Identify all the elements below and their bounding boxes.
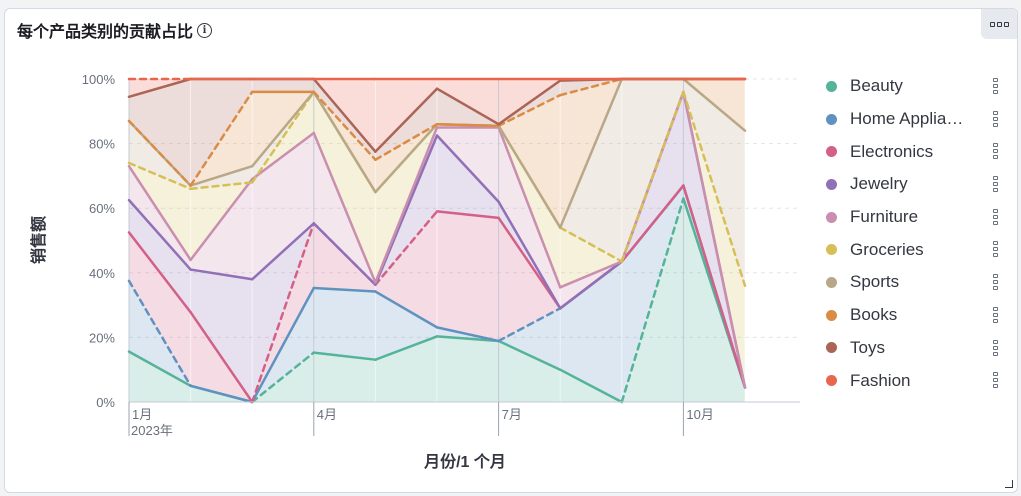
legend-label: Home Appliances: [850, 109, 968, 129]
y-tick-label: 60%: [89, 201, 115, 216]
legend-item-menu-icon[interactable]: [993, 78, 999, 94]
legend-item-sports[interactable]: Sports: [822, 266, 1002, 299]
legend-color-dot: [826, 276, 837, 288]
legend-item-home-appliances[interactable]: Home Appliances: [822, 103, 1002, 136]
x-axis-label: 月份/1 个月: [423, 452, 506, 471]
legend-item-electronics[interactable]: Electronics: [822, 135, 1002, 168]
legend-color-dot: [826, 146, 837, 158]
legend-item-menu-icon[interactable]: [993, 176, 999, 193]
legend-label: Books: [850, 305, 898, 325]
y-axis-label: 销售额: [29, 216, 48, 264]
legend-color-dot: [826, 375, 837, 387]
legend-item-jewelry[interactable]: Jewelry: [822, 168, 1002, 201]
x-tick-label: 1月: [132, 407, 152, 422]
legend-item-menu-icon[interactable]: [993, 372, 999, 389]
legend-item-menu-icon[interactable]: [993, 339, 999, 356]
chart-axes: 1月2023年 4月 7月 10月: [128, 401, 800, 438]
legend-color-dot: [826, 113, 837, 125]
legend-item-menu-icon[interactable]: [993, 208, 999, 225]
x-tick-label: 4月: [317, 407, 337, 422]
series-segment: [435, 122, 500, 128]
legend-label: Furniture: [850, 207, 919, 227]
legend-item-menu-icon[interactable]: [993, 143, 999, 160]
legend-item-menu-icon[interactable]: [993, 241, 999, 258]
legend-item-groceries[interactable]: Groceries: [822, 233, 1002, 266]
legend-color-dot: [826, 80, 837, 92]
legend-item-menu-icon[interactable]: [993, 274, 999, 291]
legend-item-menu-icon[interactable]: [993, 110, 999, 127]
legend-label: Fashion: [850, 370, 911, 390]
legend-label: Groceries: [850, 239, 924, 259]
legend-color-dot: [826, 178, 837, 190]
y-tick-label: 100%: [82, 72, 116, 87]
legend-item-books[interactable]: Books: [822, 299, 1002, 332]
legend-label: Sports: [850, 272, 900, 292]
legend-color-dot: [826, 342, 837, 354]
legend-label: Beauty: [850, 76, 903, 96]
y-tick-label: 0%: [96, 395, 115, 410]
y-tick-label: 20%: [89, 330, 115, 345]
chart-legend: Beauty Home Appliances Electronics Jewelry F…: [822, 70, 1002, 397]
y-tick-label: 80%: [89, 137, 115, 152]
legend-item-furniture[interactable]: Furniture: [822, 201, 1002, 234]
legend-item-menu-icon[interactable]: [993, 306, 999, 323]
legend-color-dot: [826, 309, 837, 321]
x-tick-sublabel: 2023年: [131, 423, 173, 438]
legend-item-toys[interactable]: Toys: [822, 332, 1002, 365]
legend-label: Toys: [850, 337, 885, 357]
x-tick-label: 10月: [686, 407, 713, 422]
legend-label: Electronics: [850, 141, 934, 161]
legend-item-fashion[interactable]: Fashion: [822, 364, 1002, 397]
legend-item-beauty[interactable]: Beauty: [822, 70, 1002, 103]
x-tick-label: 7月: [502, 407, 522, 422]
legend-color-dot: [826, 211, 837, 223]
y-tick-label: 40%: [89, 266, 115, 281]
legend-color-dot: [826, 244, 837, 256]
legend-label: Jewelry: [850, 174, 908, 194]
